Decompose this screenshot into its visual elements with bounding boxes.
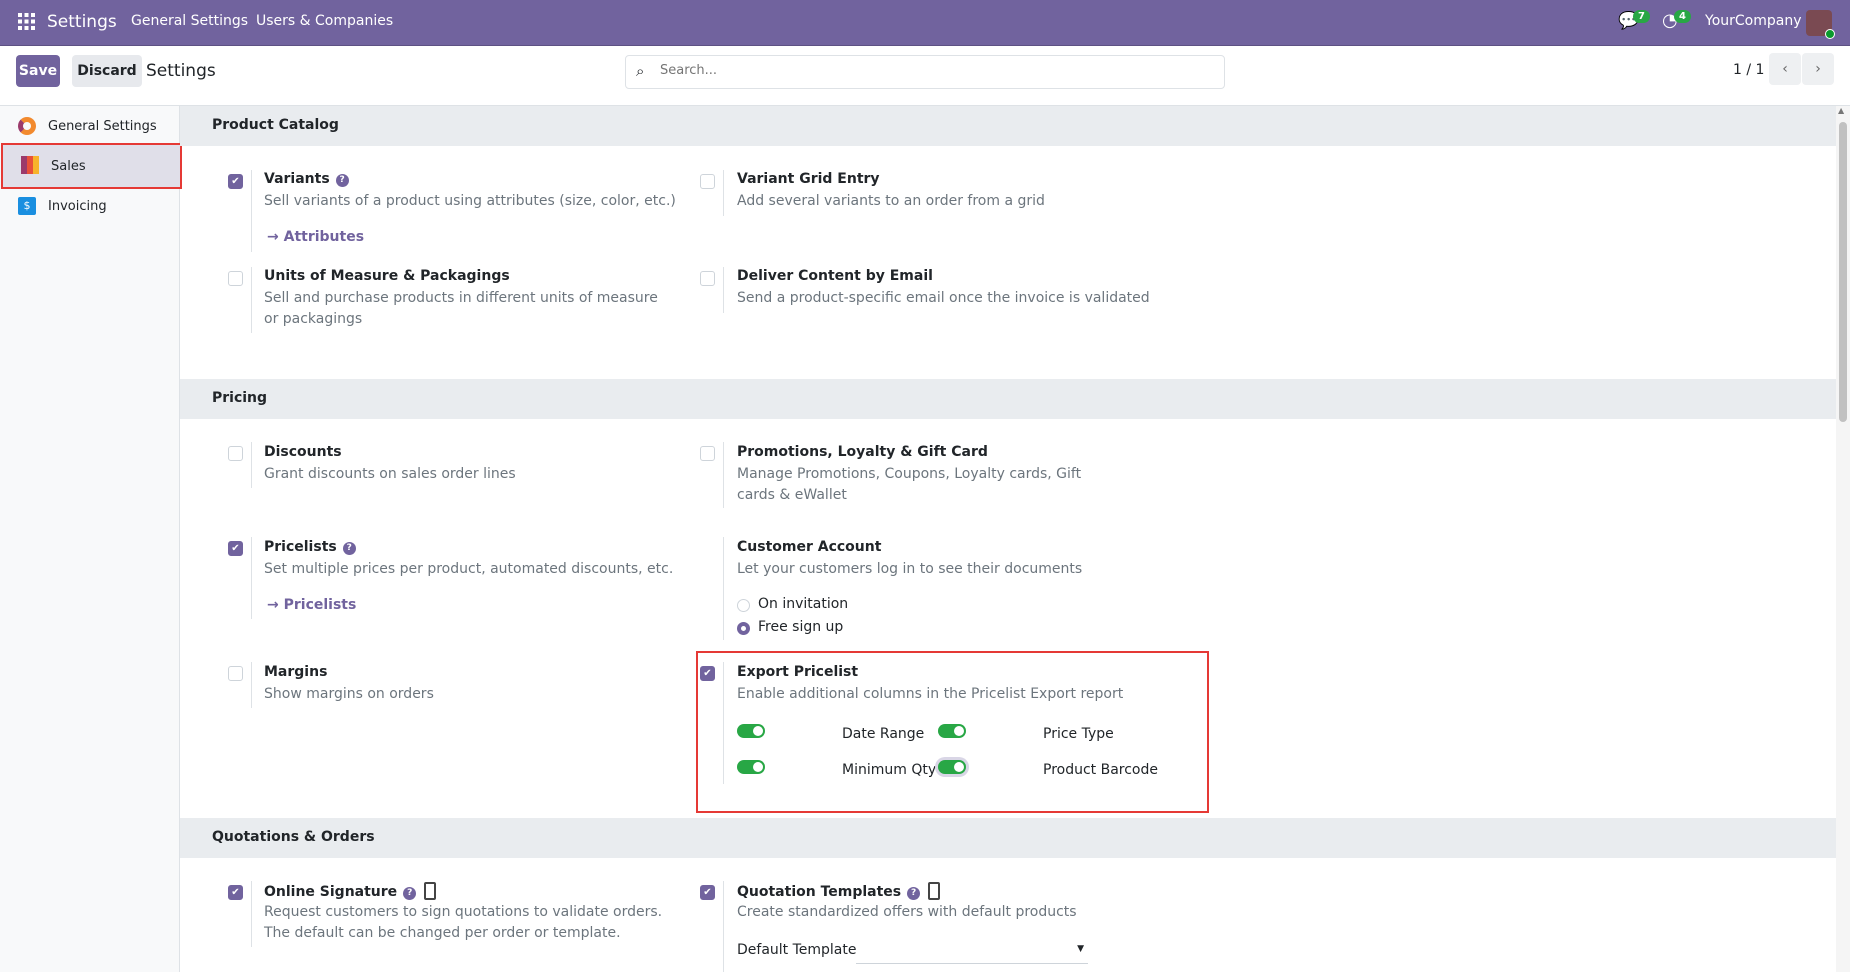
variant-grid-desc: Add several variants to an order from a … [737,193,1045,209]
sidebar-item-sales[interactable]: Sales [1,143,182,189]
search-box[interactable]: ⌕ [625,55,1225,89]
settings-sidebar: General Settings Sales $ Invoicing [0,106,182,972]
sidebar-item-label: General Settings [48,118,157,134]
promotions-checkbox[interactable] [700,446,715,461]
product-barcode-toggle[interactable] [938,760,966,774]
general-settings-icon [18,117,36,135]
quotation-templates-title: Quotation Templates? [737,882,941,900]
scrollbar[interactable]: ▲ [1836,106,1850,972]
variant-grid-checkbox[interactable] [700,174,715,189]
online-signature-desc: Request customers to sign quotations to … [264,904,663,941]
radio-label-on-invitation: On invitation [758,596,849,612]
deliver-email-desc: Send a product-specific email once the i… [737,290,1150,306]
user-avatar[interactable] [1806,10,1835,39]
section-header-quotations: Quotations & Orders [180,818,1836,858]
search-input[interactable] [660,63,1200,78]
margins-checkbox[interactable] [228,666,243,681]
minimum-qty-label: Minimum Qty [842,762,937,778]
quotation-templates-checkbox[interactable]: ✔ [700,885,715,900]
messages-badge: 7 [1633,10,1650,23]
online-signature-title: Online Signature? [264,882,437,900]
minimum-qty-toggle[interactable] [737,760,765,774]
deliver-email-title: Deliver Content by Email [737,268,933,284]
page-title: Settings [146,61,216,81]
default-template-label: Default Template [737,942,857,958]
uom-checkbox[interactable] [228,271,243,286]
deliver-email-checkbox[interactable] [700,271,715,286]
sidebar-item-invoicing[interactable]: $ Invoicing [0,186,180,226]
discounts-title: Discounts [264,444,342,460]
invoicing-icon: $ [18,197,36,215]
export-pricelist-title: Export Pricelist [737,664,859,680]
variant-grid-title: Variant Grid Entry [737,171,880,187]
section-header-product-catalog: Product Catalog [180,106,1836,146]
uom-title: Units of Measure & Packagings [264,268,510,284]
pricelists-desc: Set multiple prices per product, automat… [264,561,674,577]
help-icon[interactable]: ? [403,887,417,900]
search-icon: ⌕ [636,62,645,80]
menu-general-settings[interactable]: General Settings [131,13,248,29]
help-icon[interactable]: ? [907,887,921,900]
export-pricelist-desc: Enable additional columns in the Priceli… [737,686,1124,702]
radio-label-free-sign-up: Free sign up [758,619,844,635]
menu-users-companies[interactable]: Users & Companies [256,13,393,29]
discounts-checkbox[interactable] [228,446,243,461]
dropdown-caret-icon: ▼ [1077,944,1084,954]
price-type-toggle[interactable] [938,724,966,738]
pricelists-link[interactable]: → Pricelists [267,597,356,613]
mobile-icon [424,882,437,900]
pager-previous-button[interactable]: ‹ [1769,53,1801,85]
app-title[interactable]: Settings [47,12,117,32]
section-header-pricing: Pricing [180,379,1836,419]
variants-desc: Sell variants of a product using attribu… [264,193,676,209]
price-type-label: Price Type [1043,726,1114,742]
margins-desc: Show margins on orders [264,686,434,702]
default-template-select[interactable]: ▼ [856,940,1088,964]
product-barcode-label: Product Barcode [1043,762,1159,778]
radio-free-sign-up[interactable] [737,622,750,635]
quotation-templates-desc: Create standardized offers with default … [737,904,1077,920]
pager-next-button[interactable]: › [1802,53,1834,85]
sales-icon [21,156,39,174]
customer-account-desc: Let your customers log in to see their d… [737,561,1083,577]
radio-on-invitation[interactable] [737,599,750,612]
pricelists-title: Pricelists? [264,539,356,555]
variants-checkbox[interactable]: ✔ [228,174,243,189]
save-button[interactable]: Save [16,55,60,87]
scrollbar-thumb[interactable] [1839,122,1847,422]
pager-value: 1 / 1 [1733,62,1765,78]
online-signature-checkbox[interactable]: ✔ [228,885,243,900]
date-range-label: Date Range [842,726,925,742]
variants-title: Variants? [264,171,349,187]
promotions-title: Promotions, Loyalty & Gift Card [737,444,988,460]
mobile-icon [928,882,941,900]
sidebar-item-label: Invoicing [48,198,107,214]
apps-menu-icon[interactable] [18,13,35,30]
discounts-desc: Grant discounts on sales order lines [264,466,516,482]
attributes-link[interactable]: → Attributes [267,229,364,245]
company-switcher[interactable]: YourCompany [1705,13,1802,29]
sidebar-item-general-settings[interactable]: General Settings [0,106,180,146]
pricelists-checkbox[interactable]: ✔ [228,541,243,556]
customer-account-title: Customer Account [737,539,882,555]
help-icon[interactable]: ? [335,174,349,187]
margins-title: Margins [264,664,328,680]
date-range-toggle[interactable] [737,724,765,738]
control-panel: Save Discard Settings ⌕ 1 / 1 ‹ › [0,46,1850,106]
top-navbar: Settings General Settings Users & Compan… [0,0,1850,46]
activities-badge: 4 [1674,10,1691,23]
uom-desc: Sell and purchase products in different … [264,290,658,327]
export-pricelist-checkbox[interactable]: ✔ [700,666,715,681]
discard-button[interactable]: Discard [72,55,142,87]
scroll-up-icon[interactable]: ▲ [1838,106,1844,115]
sidebar-item-label: Sales [51,158,86,174]
promotions-desc: Manage Promotions, Coupons, Loyalty card… [737,466,1082,503]
help-icon[interactable]: ? [342,542,356,555]
